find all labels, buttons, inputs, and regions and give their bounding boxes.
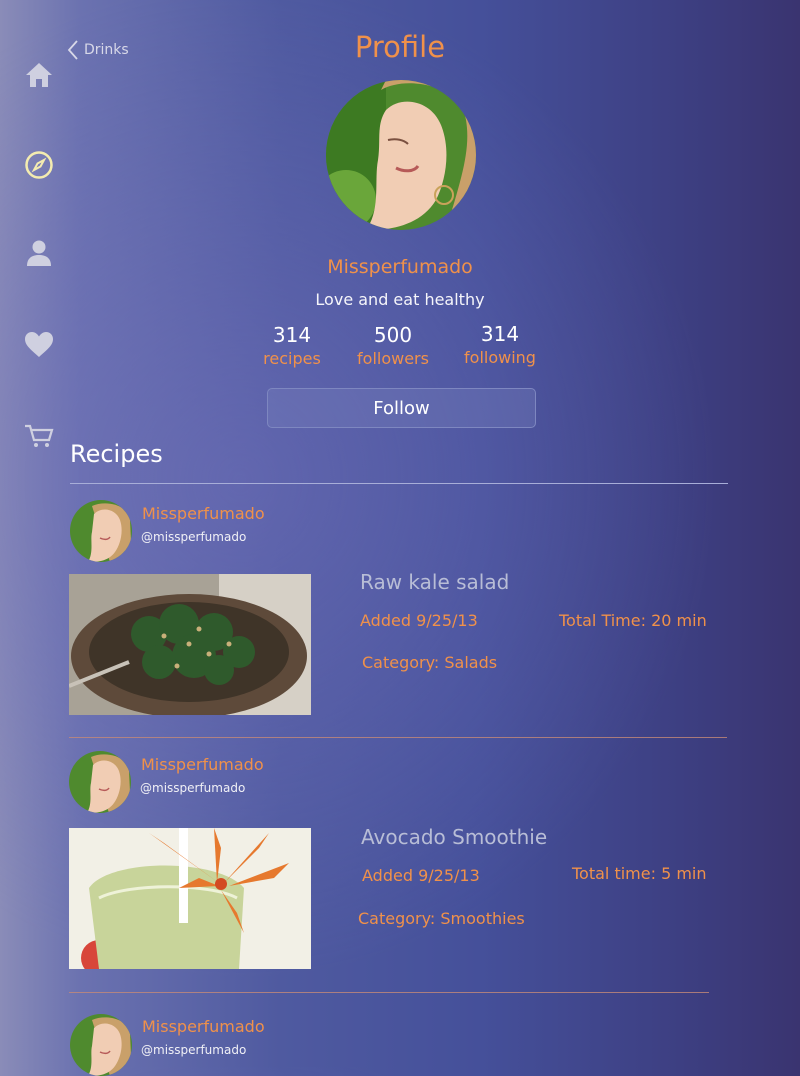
recipe-total-time: Total Time: 20 min	[559, 611, 707, 630]
home-icon[interactable]	[24, 60, 54, 90]
recipe-title[interactable]: Avocado Smoothie	[361, 825, 547, 849]
recipe-image[interactable]	[69, 574, 311, 715]
stat-label: following	[464, 348, 536, 367]
cart-icon[interactable]	[24, 420, 54, 450]
recipe-added-date: Added 9/25/13	[362, 866, 480, 885]
stat-label: followers	[357, 349, 429, 368]
stat-following[interactable]: 314 following	[445, 322, 555, 370]
recipe-divider	[69, 992, 709, 993]
profile-avatar	[326, 80, 476, 230]
author-handle: @missperfumado	[141, 530, 247, 544]
recipe-category: Category: Salads	[362, 653, 498, 672]
profile-bio: Love and eat healthy	[315, 290, 485, 309]
stat-value: 314	[272, 323, 312, 347]
recipe-category: Category: Smoothies	[358, 909, 525, 928]
author-avatar[interactable]	[70, 500, 132, 562]
stat-value: 314	[480, 322, 520, 346]
recipe-title[interactable]: Raw kale salad	[360, 570, 509, 594]
recipe-total-time: Total time: 5 min	[572, 864, 707, 883]
stat-value: 500	[373, 323, 413, 347]
stat-recipes[interactable]: 314 recipes	[237, 323, 347, 371]
recipe-divider	[69, 737, 727, 738]
author-handle: @missperfumado	[141, 1043, 247, 1057]
compass-icon[interactable]	[24, 150, 54, 180]
author-handle: @missperfumado	[140, 781, 246, 795]
profile-name: Missperfumado	[327, 256, 473, 278]
follow-button[interactable]: Follow	[267, 388, 536, 428]
section-divider	[70, 483, 728, 484]
recipe-added-date: Added 9/25/13	[360, 611, 478, 630]
page-title: Profile	[354, 30, 446, 64]
author-name[interactable]: Missperfumado	[142, 504, 265, 523]
author-avatar[interactable]	[69, 751, 131, 813]
stat-followers[interactable]: 500 followers	[338, 323, 448, 371]
author-name[interactable]: Missperfumado	[142, 1017, 265, 1036]
heart-icon[interactable]	[24, 330, 54, 360]
recipes-heading: Recipes	[70, 440, 163, 468]
author-name[interactable]: Missperfumado	[141, 755, 264, 774]
stat-label: recipes	[263, 349, 321, 368]
recipe-image[interactable]	[69, 828, 311, 969]
